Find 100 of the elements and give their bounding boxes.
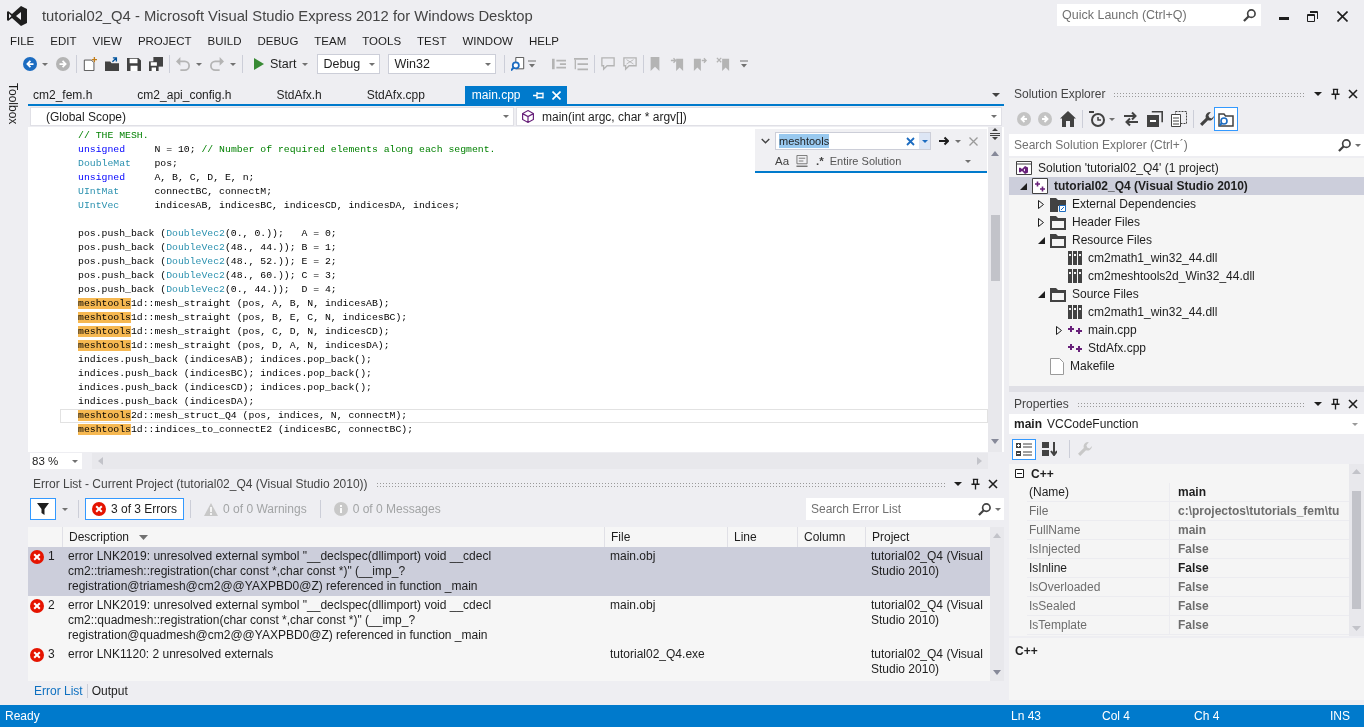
- tree-item[interactable]: Makefile: [1009, 357, 1364, 375]
- chevron-icon[interactable]: [761, 138, 770, 144]
- new-project-icon[interactable]: [83, 57, 97, 71]
- property-value[interactable]: False: [1170, 616, 1349, 634]
- scope-dropdown[interactable]: (Global Scope): [30, 107, 514, 126]
- close-icon[interactable]: [1337, 10, 1348, 22]
- document-tab[interactable]: StdAfx.h: [271, 86, 362, 104]
- collapse-all-icon[interactable]: [1147, 111, 1163, 127]
- scroll-arrow-icon[interactable]: [993, 670, 1001, 675]
- whole-word-icon[interactable]: [796, 155, 809, 167]
- configuration-dropdown[interactable]: Debug: [317, 54, 381, 74]
- pin-icon[interactable]: [1331, 398, 1340, 410]
- open-folder-icon[interactable]: [105, 57, 119, 71]
- property-name[interactable]: IsInjected: [1027, 540, 1170, 558]
- dropdown-triangle-icon[interactable]: [954, 482, 962, 486]
- collapse-triangle-icon[interactable]: [1037, 236, 1045, 244]
- property-name[interactable]: FullName: [1027, 521, 1170, 539]
- property-name[interactable]: File: [1027, 502, 1170, 520]
- caret-icon[interactable]: [196, 62, 202, 66]
- wrench-icon[interactable]: [1200, 112, 1214, 126]
- match-case-toggle[interactable]: Aa: [775, 155, 790, 167]
- property-name[interactable]: IsSealed: [1027, 597, 1170, 615]
- minus-box-icon[interactable]: [1015, 469, 1024, 478]
- filter-button[interactable]: 3 of 3 Errors: [85, 498, 185, 520]
- document-tab[interactable]: cm2_api_config.h: [132, 86, 272, 104]
- document-tab[interactable]: cm2_fem.h: [28, 86, 133, 104]
- find-field[interactable]: meshtools: [775, 132, 931, 150]
- panel-tab[interactable]: Output: [91, 683, 128, 698]
- splitter-icon[interactable]: [990, 128, 1000, 140]
- pin-icon[interactable]: [1331, 88, 1340, 100]
- regex-toggle[interactable]: .*: [816, 155, 824, 167]
- restore-icon[interactable]: [1307, 10, 1318, 22]
- close-icon[interactable]: [1348, 89, 1358, 99]
- property-value[interactable]: False: [1170, 540, 1349, 558]
- scrollbar[interactable]: [990, 527, 1004, 681]
- menu-item[interactable]: EDIT: [42, 32, 85, 50]
- caret-icon[interactable]: [921, 139, 928, 143]
- home-icon[interactable]: [1060, 111, 1076, 127]
- tree-item[interactable]: tutorial02_Q4 (Visual Studio 2010): [1009, 177, 1364, 195]
- toolbox-tab[interactable]: Toolbox: [6, 83, 20, 125]
- find-in-files-icon[interactable]: [511, 57, 526, 71]
- show-all-files-icon[interactable]: [1171, 111, 1187, 127]
- property-name[interactable]: IsOverloaded: [1027, 578, 1170, 596]
- collapse-triangle-icon[interactable]: [1037, 290, 1045, 298]
- save-all-icon[interactable]: [149, 57, 163, 71]
- menu-item[interactable]: VIEW: [84, 32, 130, 50]
- property-value[interactable]: main: [1170, 483, 1349, 501]
- menu-item[interactable]: TEST: [409, 32, 455, 50]
- close-icon[interactable]: [988, 479, 998, 489]
- tree-item[interactable]: Resource Files: [1009, 231, 1364, 249]
- expand-triangle-icon[interactable]: [1056, 325, 1062, 335]
- expand-triangle-icon[interactable]: [1038, 199, 1044, 209]
- menu-item[interactable]: WINDOW: [454, 32, 521, 50]
- start-button[interactable]: Start: [249, 53, 314, 75]
- property-value[interactable]: c:\projectos\tutorials_fem\tu: [1170, 502, 1349, 520]
- property-name[interactable]: IsTemplate: [1027, 616, 1170, 634]
- tree-item[interactable]: cm2math1_win32_44.dll: [1009, 303, 1364, 321]
- clock-icon[interactable]: [1089, 111, 1105, 127]
- quick-launch-field[interactable]: Quick Launch (Ctrl+Q): [1057, 4, 1261, 26]
- scrollbar-thumb[interactable]: [990, 215, 1000, 281]
- tree-item[interactable]: Source Files: [1009, 285, 1364, 303]
- property-value[interactable]: False: [1170, 597, 1349, 615]
- panel-tab[interactable]: Error List: [34, 683, 83, 698]
- overflow-icon[interactable]: [740, 60, 749, 68]
- close-icon[interactable]: [1348, 399, 1358, 409]
- platform-dropdown[interactable]: Win32: [388, 54, 497, 74]
- menu-item[interactable]: PROJECT: [129, 32, 200, 50]
- property-name[interactable]: IsInline: [1027, 559, 1170, 577]
- clear-icon[interactable]: [906, 136, 915, 146]
- tree-item[interactable]: Header Files: [1009, 213, 1364, 231]
- tree-item[interactable]: cm2meshtools2d_Win32_44.dll: [1009, 267, 1364, 285]
- property-value[interactable]: False: [1170, 559, 1349, 577]
- scroll-arrow-icon[interactable]: [991, 439, 999, 444]
- dropdown-triangle-icon[interactable]: [1314, 402, 1322, 406]
- scrollbar[interactable]: [1349, 464, 1364, 636]
- collapse-triangle-icon[interactable]: [1019, 182, 1027, 190]
- property-name[interactable]: (Name): [1027, 483, 1170, 501]
- minimize-icon[interactable]: [1279, 16, 1289, 20]
- tree-item[interactable]: External Dependencies: [1009, 195, 1364, 213]
- folder-search-icon[interactable]: [1214, 107, 1238, 131]
- search-field[interactable]: Search Solution Explorer (Ctrl+´): [1009, 134, 1364, 156]
- dropdown-triangle-icon[interactable]: [992, 93, 1000, 97]
- zoom-dropdown[interactable]: 83 %: [30, 453, 82, 469]
- search-field[interactable]: Search Error List: [806, 498, 1004, 520]
- menu-item[interactable]: FILE: [2, 32, 43, 50]
- scrollbar[interactable]: [988, 127, 1002, 452]
- categorized-icon[interactable]: [1012, 438, 1036, 460]
- tree-item[interactable]: Solution 'tutorial02_Q4' (1 project): [1009, 159, 1364, 177]
- expand-triangle-icon[interactable]: [1038, 217, 1044, 227]
- error-row[interactable]: [28, 547, 990, 596]
- tree-item[interactable]: cm2math1_win32_44.dll: [1009, 249, 1364, 267]
- menu-item[interactable]: TEAM: [306, 32, 355, 50]
- error-row[interactable]: 3 error LNK1120: 2 unresolved externals tutorial02_Q4.exe tutorial02_Q4 (Visual Studio 2010): [28, 645, 990, 679]
- right-arrow-icon[interactable]: [939, 136, 949, 146]
- caret-icon[interactable]: [42, 62, 48, 66]
- caret-icon[interactable]: [955, 139, 961, 143]
- caret-icon[interactable]: [62, 507, 68, 511]
- document-tab[interactable]: StdAfx.cpp: [361, 86, 465, 104]
- save-icon[interactable]: [127, 57, 141, 71]
- tree-item[interactable]: StdAfx.cpp: [1009, 339, 1364, 357]
